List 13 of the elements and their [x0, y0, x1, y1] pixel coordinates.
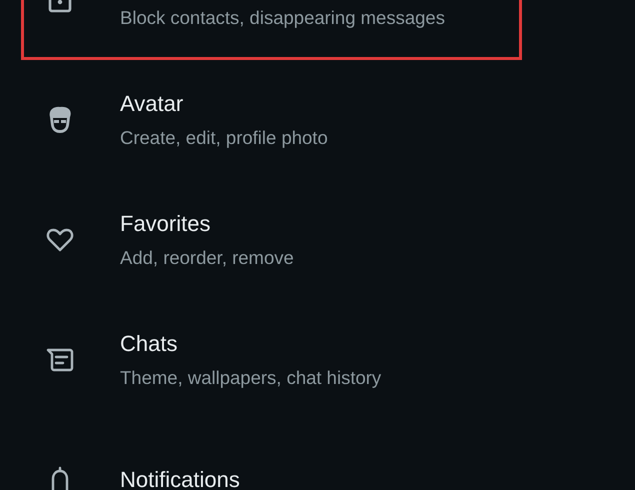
item-title: Chats [120, 330, 178, 358]
item-title: Avatar [120, 90, 184, 118]
settings-item[interactable]: Chats Theme, wallpapers, chat history [21, 300, 522, 420]
settings-item[interactable]: Notifications [21, 420, 522, 490]
settings-item[interactable]: Favorites Add, reorder, remove [21, 180, 522, 300]
settings-item[interactable]: Block contacts, disappearing messages [21, 0, 522, 60]
item-subtitle: Add, reorder, remove [120, 246, 294, 270]
settings-item[interactable]: Avatar Create, edit, profile photo [21, 60, 522, 180]
item-title: Favorites [120, 210, 212, 238]
item-subtitle: Create, edit, profile photo [120, 126, 328, 150]
item-subtitle: Theme, wallpapers, chat history [120, 366, 382, 390]
item-title: Notifications [120, 466, 240, 490]
item-subtitle: Block contacts, disappearing messages [120, 6, 445, 30]
